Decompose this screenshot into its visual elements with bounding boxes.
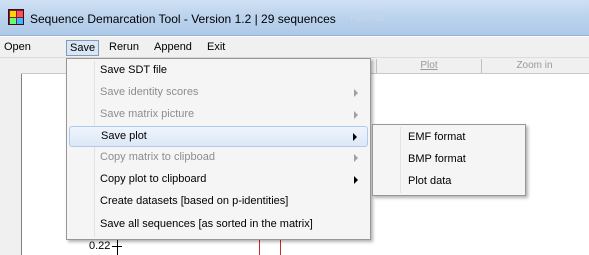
save-matrix-picture-item[interactable]: Save matrix picture xyxy=(69,105,368,126)
menu-item-label: Save matrix picture xyxy=(100,108,195,120)
emf-format-item[interactable]: EMF format xyxy=(375,127,523,148)
menu-save[interactable]: Save xyxy=(66,40,100,56)
plot-data-item[interactable]: Plot data xyxy=(375,171,523,192)
copy-plot-item[interactable]: Copy plot to clipboard xyxy=(69,170,368,191)
app-icon xyxy=(8,9,24,25)
left-panel xyxy=(0,58,21,255)
menu-append[interactable]: Append xyxy=(151,40,195,56)
plot-line-left xyxy=(259,238,260,255)
menu-item-label: Save identity scores xyxy=(100,86,199,98)
zoom-in-button[interactable]: Zoom in xyxy=(481,59,587,73)
copy-matrix-item[interactable]: Copy matrix to clipboad xyxy=(69,148,368,169)
window-title: Sequence Demarcation Tool - Version 1.2 … xyxy=(30,12,336,26)
bmp-format-item[interactable]: BMP format xyxy=(375,149,523,170)
save-menu-dropdown: Save SDT file Save identity scores Save … xyxy=(66,58,371,240)
menu-rerun[interactable]: Rerun xyxy=(106,40,142,56)
menu-bar: Open Save Rerun Append Exit xyxy=(0,37,589,58)
plot-line-right xyxy=(280,238,281,255)
save-sdt-file-item[interactable]: Save SDT file xyxy=(69,61,368,82)
background-window-fragment: Format xyxy=(350,12,385,24)
plot-button[interactable]: Plot xyxy=(376,59,481,73)
submenu-arrow-icon xyxy=(354,111,358,119)
menu-item-label: Copy matrix to clipboad xyxy=(100,151,215,163)
submenu-arrow-icon xyxy=(354,154,358,162)
y-tick-label: 0.22 xyxy=(89,240,111,252)
title-bar: Sequence Demarcation Tool - Version 1.2 … xyxy=(0,0,589,36)
y-axis-line xyxy=(117,240,118,255)
menu-exit[interactable]: Exit xyxy=(204,40,228,56)
menu-item-label: Save plot xyxy=(101,130,147,142)
menu-item-label: Save SDT file xyxy=(100,64,168,76)
menu-open[interactable]: Open xyxy=(1,40,34,56)
create-datasets-item[interactable]: Create datasets [based on p-identities] xyxy=(69,192,368,213)
submenu-arrow-icon xyxy=(354,176,358,184)
save-plot-item[interactable]: Save plot xyxy=(69,126,368,147)
save-identity-scores-item[interactable]: Save identity scores xyxy=(69,83,368,104)
save-plot-submenu: EMF format BMP format Plot data xyxy=(372,124,526,196)
menu-item-label: Copy plot to clipboard xyxy=(100,173,207,185)
menu-item-label: Create datasets [based on p-identities] xyxy=(100,195,289,207)
submenu-arrow-icon xyxy=(353,133,357,141)
plot-button-label: Plot xyxy=(420,60,438,71)
submenu-arrow-icon xyxy=(354,89,358,97)
menu-item-label: Save all sequences [as sorted in the mat… xyxy=(100,218,313,230)
save-all-sequences-item[interactable]: Save all sequences [as sorted in the mat… xyxy=(69,215,368,236)
